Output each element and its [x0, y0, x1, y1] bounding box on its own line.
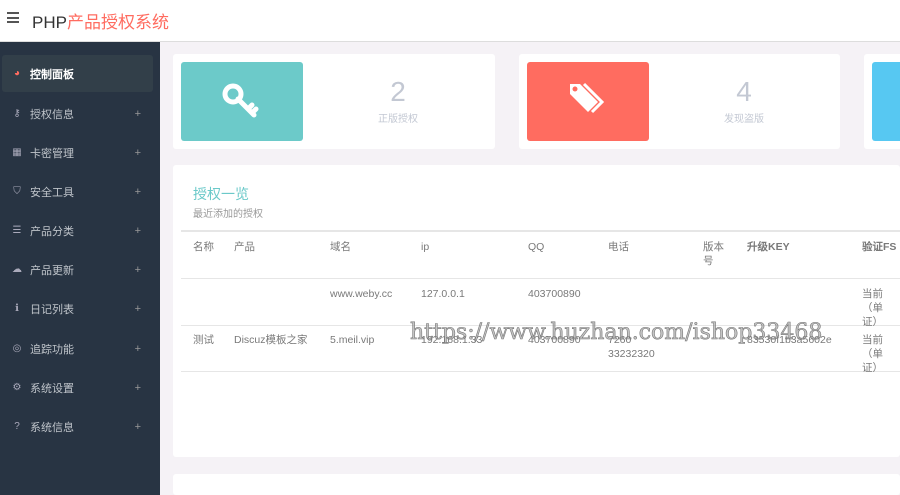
column-header: 产品 — [234, 241, 255, 253]
table-cell: 127.0.0.1 — [421, 288, 465, 300]
key-icon: ⚷ — [13, 108, 21, 119]
stat-card-licensed: 2 正版授权 — [173, 54, 495, 149]
divider — [181, 230, 900, 232]
list-icon: ☰ — [12, 225, 22, 236]
column-header: ip — [421, 241, 430, 253]
column-header: 电话 — [608, 241, 629, 253]
sidebar-item-7[interactable]: ◎ 追踪功能 + — [2, 330, 153, 367]
sidebar-item-label: 日记列表 — [30, 303, 74, 316]
expand-icon[interactable]: + — [135, 382, 141, 394]
divider — [181, 371, 900, 372]
target-icon: ◎ — [12, 343, 22, 354]
expand-icon[interactable]: + — [135, 186, 141, 198]
sidebar-item-label: 安全工具 — [30, 186, 74, 199]
tags-icon — [527, 62, 649, 141]
expand-icon[interactable]: + — [135, 264, 141, 276]
sidebar-item-label: 授权信息 — [30, 108, 74, 121]
divider — [181, 278, 900, 279]
gears-icon: ⚙ — [12, 382, 22, 393]
table-cell: 当前（单证） — [862, 334, 883, 374]
expand-icon[interactable]: + — [135, 303, 141, 315]
sidebar-item-label: 系统设置 — [30, 382, 74, 395]
sidebar-item-9[interactable]: ? 系统信息 + — [2, 408, 153, 445]
table-cell: www.weby.cc — [330, 288, 393, 300]
sidebar-item-label: 追踪功能 — [30, 343, 74, 356]
expand-icon[interactable]: + — [135, 225, 141, 237]
licensed-label: 正版授权 — [378, 114, 418, 125]
sidebar: ◕ 控制面板 ⚷ 授权信息 + ▦ 卡密管理 + ⛉ 安全工具 + ☰ 产品分类 + ☁ 产品更新 + ℹ 日记列表… — [0, 42, 160, 495]
expand-icon[interactable]: + — [135, 147, 141, 159]
table-cell: 5.meil.vip — [330, 334, 375, 346]
watermark: https://www.huzhan.com/ishop33468 — [410, 320, 823, 346]
sidebar-item-label: 控制面板 — [30, 68, 74, 81]
sidebar-item-label: 系统信息 — [30, 421, 74, 434]
hamburger-menu-icon[interactable] — [7, 12, 19, 23]
licensed-count: 2 — [390, 76, 406, 107]
sidebar-item-label: 产品分类 — [30, 225, 74, 238]
table-subtitle: 最近添加的授权 — [193, 209, 263, 220]
sidebar-item-8[interactable]: ⚙ 系统设置 + — [2, 369, 153, 406]
shield-icon: ⛉ — [13, 186, 21, 197]
sidebar-item-2[interactable]: ▦ 卡密管理 + — [2, 134, 153, 171]
stat-block — [872, 62, 900, 141]
sidebar-item-6[interactable]: ℹ 日记列表 + — [2, 290, 153, 327]
question-icon: ? — [14, 421, 20, 432]
app-title: PHP产品授权系统 — [32, 8, 169, 33]
sidebar-item-3[interactable]: ⛉ 安全工具 + — [2, 173, 153, 210]
expand-icon[interactable]: + — [135, 421, 141, 433]
pirated-count: 4 — [736, 76, 752, 107]
pirated-label: 发现盗版 — [724, 114, 764, 125]
title-prefix: PHP — [32, 13, 67, 32]
dashboard-icon: ◕ — [13, 68, 21, 79]
license-table-card: 授权一览 最近添加的授权 名称 产品 域名 ip QQ 电话 版本号 升级KEY 验证FS www… — [173, 165, 900, 457]
column-header: QQ — [528, 241, 545, 253]
sidebar-item-1[interactable]: ⚷ 授权信息 + — [2, 95, 153, 132]
qrcode-icon: ▦ — [12, 147, 22, 158]
column-header: 验证FS — [862, 241, 897, 253]
sidebar-item-5[interactable]: ☁ 产品更新 + — [2, 251, 153, 288]
column-header: 版本号 — [703, 241, 724, 267]
table-cell: 当前（单证） — [862, 288, 883, 328]
title-main: 产品授权系统 — [66, 13, 169, 32]
bottom-card — [173, 474, 900, 495]
key-icon — [181, 62, 303, 141]
table-cell: 测试 — [193, 334, 214, 346]
expand-icon[interactable]: + — [135, 343, 141, 355]
sidebar-item-0[interactable]: ◕ 控制面板 — [2, 55, 153, 92]
sidebar-item-4[interactable]: ☰ 产品分类 + — [2, 212, 153, 249]
stat-card-pirated: 4 发现盗版 — [519, 54, 840, 149]
info-icon: ℹ — [15, 303, 19, 314]
table-cell: Discuz模板之家 — [234, 334, 308, 346]
sidebar-item-label: 卡密管理 — [30, 147, 74, 160]
table-cell: 403700890 — [528, 288, 581, 300]
column-header: 域名 — [330, 241, 351, 253]
stat-card-third — [864, 54, 900, 149]
cloud-upload-icon: ☁ — [12, 264, 22, 275]
sidebar-item-label: 产品更新 — [30, 264, 74, 277]
top-header: PHP产品授权系统 — [0, 0, 900, 42]
column-header: 升级KEY — [747, 241, 790, 253]
expand-icon[interactable]: + — [135, 108, 141, 120]
column-header: 名称 — [193, 241, 214, 253]
table-title: 授权一览 — [193, 186, 249, 202]
